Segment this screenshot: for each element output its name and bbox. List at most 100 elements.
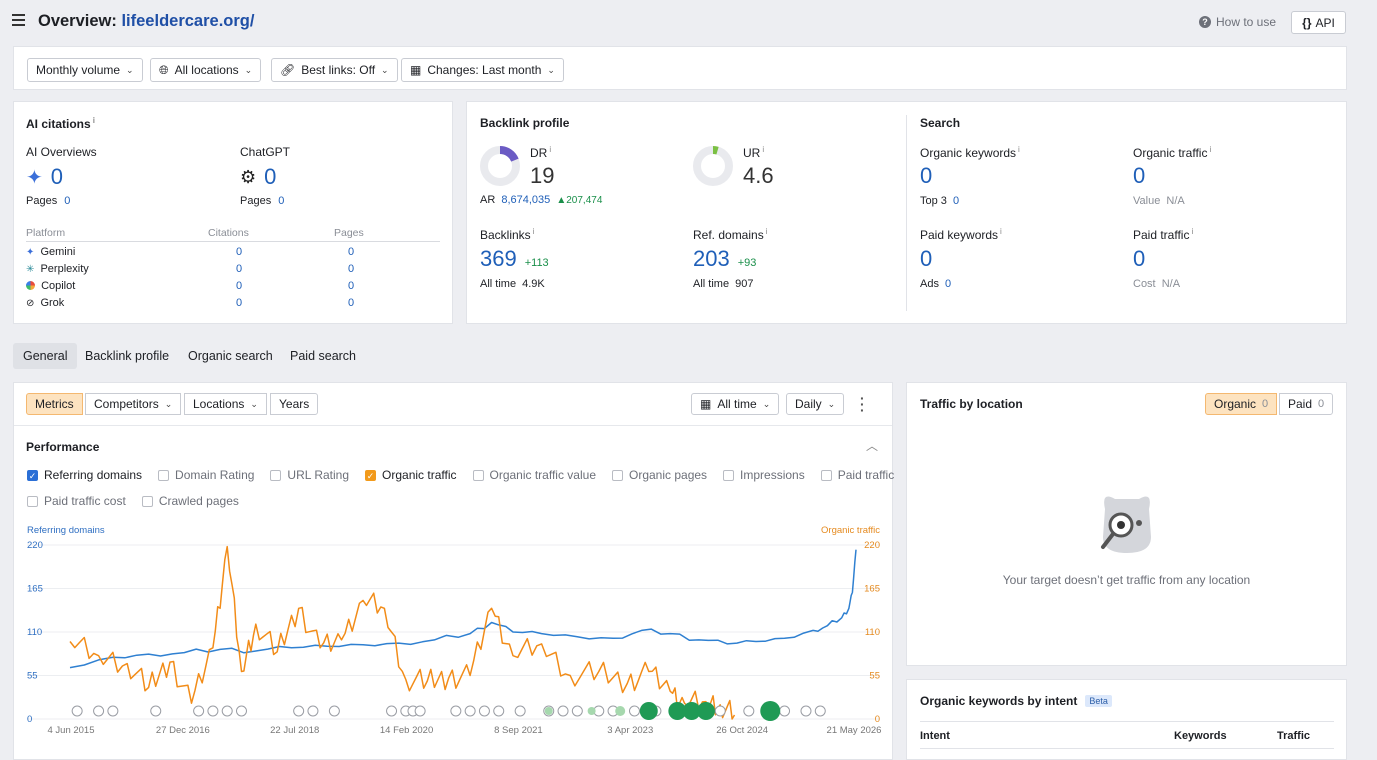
calendar-icon: ▦ [700, 397, 712, 411]
info-icon[interactable]: i [1209, 145, 1211, 154]
paid-toggle-count: 0 [1318, 398, 1325, 410]
checkbox-url-rating[interactable]: URL Rating [270, 468, 349, 482]
checkbox-crawled-pages[interactable]: Crawled pages [141, 494, 239, 508]
info-icon[interactable]: i [1191, 227, 1193, 236]
monthly-volume-dropdown[interactable]: Monthly volume ⌄ [27, 58, 143, 82]
intent-header-keywords[interactable]: Keywords [1174, 730, 1227, 742]
x-tick-label: 21 May 2026 [827, 725, 882, 736]
backlinks-metric[interactable]: 369 +113 [480, 246, 549, 272]
pages-value[interactable]: 0 [278, 195, 284, 207]
checkbox-paid-traffic-cost[interactable]: Paid traffic cost [27, 494, 126, 508]
right-axis-label: Organic traffic [821, 525, 880, 536]
api-button[interactable]: {} API [1291, 11, 1346, 34]
tab-general[interactable]: General [13, 343, 78, 369]
google-update-marker-major [587, 707, 596, 715]
info-icon[interactable]: i [1018, 145, 1020, 154]
performance-card: Metrics Competitors ⌄ Locations ⌄ Years ▦ … [13, 382, 894, 760]
ads-value[interactable]: 0 [945, 278, 951, 290]
checkbox-impressions[interactable]: Impressions [723, 468, 805, 482]
google-update-marker [207, 705, 219, 717]
chatgpt-metric[interactable]: ⚙︎ 0 [240, 164, 276, 190]
citations-value[interactable]: 0 [236, 246, 242, 258]
paid-traffic-label-text: Paid traffic [1133, 228, 1190, 242]
sparkle-icon: ✦ [26, 166, 43, 189]
refdomains-metric[interactable]: 203 +93 [693, 246, 756, 272]
pages-value[interactable]: 0 [348, 263, 354, 275]
changes-dropdown[interactable]: ▦ Changes: Last month ⌄ [401, 58, 564, 82]
top3-value[interactable]: 0 [953, 195, 959, 207]
paid-toggle[interactable]: Paid 0 [1279, 393, 1334, 415]
checkbox-domain-rating[interactable]: Domain Rating [158, 468, 254, 482]
pages-value[interactable]: 0 [348, 297, 354, 309]
organic-keywords-label-text: Organic keywords [920, 146, 1017, 160]
best-links-label: Best links: Off [301, 63, 376, 77]
pages-value[interactable]: 0 [348, 280, 354, 292]
intent-header-traffic[interactable]: Traffic [1277, 730, 1310, 742]
checkbox-label: Impressions [740, 468, 805, 482]
info-icon[interactable]: i [549, 145, 551, 154]
range-dropdown[interactable]: ▦ All time ⌄ [691, 393, 780, 415]
tab-backlink-profile[interactable]: Backlink profile [75, 343, 179, 369]
organic-keywords-value[interactable]: 0 [920, 163, 932, 189]
performance-chart[interactable]: Referring domains Organic traffic 220 220 16… [14, 519, 892, 739]
segment-metrics[interactable]: Metrics [26, 393, 83, 415]
ur-donut [693, 146, 733, 186]
y-tick-right: 165 [864, 584, 880, 595]
google-update-marker [628, 705, 640, 717]
pages-value[interactable]: 0 [64, 195, 70, 207]
organic-traffic-value[interactable]: 0 [1133, 163, 1145, 189]
paid-traffic-value[interactable]: 0 [1133, 246, 1145, 272]
locations-dropdown[interactable]: 🌐︎ All locations ⌄ [150, 58, 262, 82]
checkbox-referring-domains[interactable]: ✓ Referring domains [27, 468, 142, 482]
checkbox-organic-traffic-value[interactable]: Organic traffic value [472, 468, 596, 482]
how-to-use-label: How to use [1216, 15, 1277, 29]
checkbox-organic-traffic[interactable]: ✓ Organic traffic [365, 468, 457, 482]
x-tick-label: 8 Sep 2021 [494, 725, 543, 736]
traffic-location-title: Traffic by location [920, 397, 1023, 411]
checkbox-box [820, 469, 832, 481]
ai-overviews-metric[interactable]: ✦ 0 [26, 164, 63, 190]
checkbox-organic-pages[interactable]: Organic pages [612, 468, 707, 482]
info-icon[interactable]: i [533, 227, 535, 236]
tab-paid-search[interactable]: Paid search [280, 343, 366, 369]
info-icon[interactable]: i [766, 227, 768, 236]
y-tick-left: 220 [27, 540, 43, 551]
best-links-dropdown[interactable]: 🔗︎ Best links: Off ⌄ [271, 58, 398, 82]
organic-traffic-label: Organic traffic i [1133, 145, 1211, 160]
chevron-down-icon: ⌄ [164, 398, 173, 409]
collapse-icon[interactable]: ︿ [866, 437, 878, 454]
segment-years[interactable]: Years [270, 393, 319, 415]
google-update-marker [464, 705, 476, 717]
monthly-volume-label: Monthly volume [36, 63, 121, 77]
x-tick-label: 22 Jul 2018 [270, 725, 319, 736]
intent-header-intent: Intent [920, 730, 950, 742]
segment-locations[interactable]: Locations ⌄ [184, 393, 267, 415]
target-domain-link[interactable]: lifeeldercare.org/ [121, 12, 254, 30]
google-update-marker [493, 705, 505, 717]
citations-value[interactable]: 0 [236, 280, 242, 292]
backlinks-label-text: Backlinks [480, 228, 531, 242]
checkbox-box [612, 469, 623, 481]
granularity-dropdown[interactable]: Daily ⌄ [786, 393, 845, 415]
how-to-use-link[interactable]: ? How to use [1199, 15, 1276, 29]
pages-value[interactable]: 0 [348, 246, 354, 258]
more-options-icon[interactable]: · · · [860, 391, 865, 417]
info-icon[interactable]: i [93, 116, 95, 125]
ar-value[interactable]: 8,674,035 [501, 194, 550, 206]
citations-value[interactable]: 0 [236, 263, 242, 275]
checkbox-paid-traffic[interactable]: Paid traffic [820, 468, 894, 482]
menu-icon[interactable] [12, 14, 25, 26]
organic-toggle[interactable]: Organic 0 [1205, 393, 1278, 415]
calendar-icon: ▦ [410, 63, 422, 77]
x-tick-label: 3 Apr 2023 [607, 725, 653, 736]
y-tick-left: 0 [27, 714, 32, 725]
segment-competitors[interactable]: Competitors ⌄ [85, 393, 182, 415]
pages-label: Pages [26, 195, 58, 207]
paid-keywords-value[interactable]: 0 [920, 246, 932, 272]
info-icon[interactable]: i [762, 145, 764, 154]
google-update-marker [557, 705, 569, 717]
tab-organic-search[interactable]: Organic search [178, 343, 283, 369]
paid-toggle-label: Paid [1288, 397, 1313, 411]
info-icon[interactable]: i [1000, 227, 1002, 236]
citations-value[interactable]: 0 [236, 297, 242, 309]
